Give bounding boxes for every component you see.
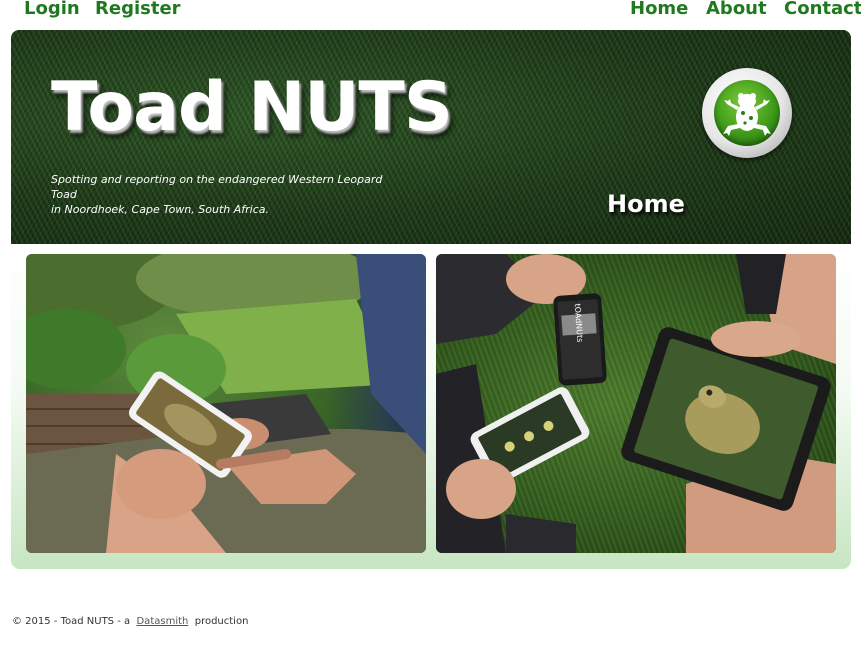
home-link[interactable]: Home [630, 0, 688, 19]
site-title: Toad NUTS [51, 68, 453, 147]
footer-production: production [194, 616, 249, 627]
tagline-line-1: Spotting and reporting on the endangered… [51, 173, 383, 201]
grass-scene [436, 254, 836, 553]
current-page-heading: Home [607, 190, 685, 218]
top-navigation: Login Register Home About Contact [0, 0, 861, 26]
datasmith-link[interactable]: Datasmith [136, 616, 188, 627]
site-footer: © 2015 - Toad NUTS - a Datasmith product… [12, 616, 248, 627]
site-banner: Toad NUTS Spotting and reporting on the … [11, 30, 851, 244]
toad-app-on-phone-photo [26, 254, 426, 553]
tagline-line-2: in Noordhoek, Cape Town, South Africa. [51, 203, 269, 216]
photo-gallery: tOAdNUts [11, 244, 851, 569]
toad-app-on-devices-photo: tOAdNUts [436, 254, 836, 553]
footer-copyright: © 2015 - Toad NUTS - a [12, 616, 131, 627]
about-link[interactable]: About [706, 0, 767, 19]
contact-link[interactable]: Contact [784, 0, 861, 19]
site-tagline: Spotting and reporting on the endangered… [51, 172, 411, 217]
toad-silhouette-icon [723, 93, 771, 136]
logo-badge [714, 80, 780, 146]
login-link[interactable]: Login [24, 0, 80, 19]
toad-logo-icon [702, 68, 792, 158]
register-link[interactable]: Register [95, 0, 181, 19]
garden-scene [26, 254, 426, 553]
